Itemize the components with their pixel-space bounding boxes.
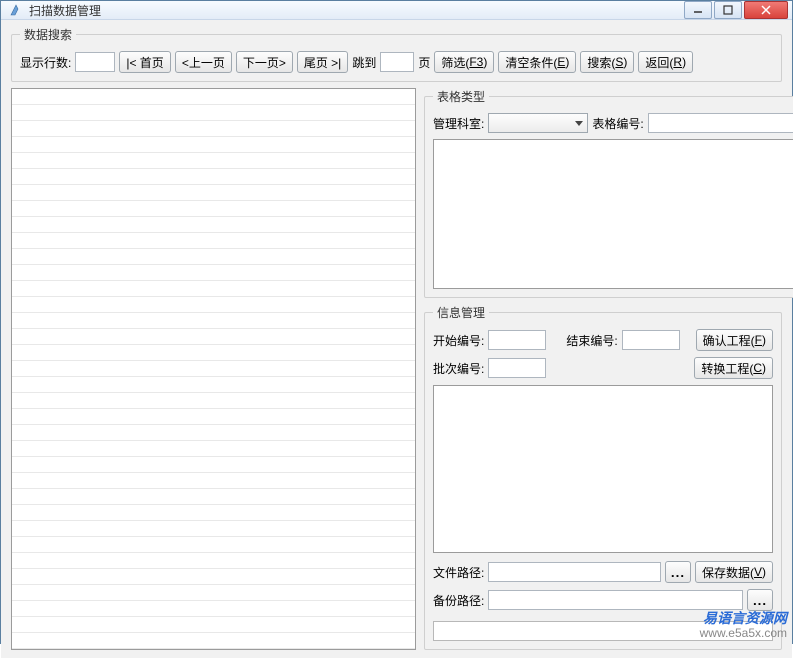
info-mgmt-list[interactable] xyxy=(433,385,773,553)
list-item xyxy=(12,265,415,281)
start-no-label: 开始编号: xyxy=(433,332,484,349)
end-no-input[interactable] xyxy=(622,330,680,350)
list-item xyxy=(12,473,415,489)
first-page-button[interactable]: |< 首页 xyxy=(119,51,170,73)
back-button[interactable]: 返回(R) xyxy=(638,51,693,73)
right-column: 表格类型 管理科室: 表格编号: 信息管理 开始编号: xyxy=(424,88,782,650)
jump-label: 跳到 xyxy=(352,54,376,71)
list-item xyxy=(12,169,415,185)
batch-no-label: 批次编号: xyxy=(433,360,484,377)
dept-combobox[interactable] xyxy=(488,113,588,133)
result-list[interactable] xyxy=(11,88,416,650)
list-item xyxy=(12,121,415,137)
minimize-button[interactable] xyxy=(684,1,712,19)
content-area: 数据搜索 显示行数: |< 首页 <上一页 下一页> 尾页 >| 跳到 页 筛选… xyxy=(1,20,792,658)
list-item xyxy=(12,201,415,217)
last-page-button[interactable]: 尾页 >| xyxy=(297,51,348,73)
next-page-button[interactable]: 下一页> xyxy=(236,51,293,73)
list-item xyxy=(12,329,415,345)
list-item xyxy=(12,137,415,153)
prev-page-button[interactable]: <上一页 xyxy=(175,51,232,73)
page-suffix: 页 xyxy=(418,54,430,71)
table-no-label: 表格编号: xyxy=(592,115,643,132)
list-item xyxy=(12,361,415,377)
list-item xyxy=(12,297,415,313)
data-search-legend: 数据搜索 xyxy=(20,26,76,43)
list-item xyxy=(12,249,415,265)
list-item xyxy=(12,537,415,553)
info-mgmt-group: 信息管理 开始编号: 结束编号: 确认工程(F) 批次编号: xyxy=(424,304,782,650)
table-type-list[interactable] xyxy=(433,139,793,289)
dept-label: 管理科室: xyxy=(433,115,484,132)
end-no-label: 结束编号: xyxy=(566,332,617,349)
table-no-input[interactable] xyxy=(648,113,793,133)
list-item xyxy=(12,601,415,617)
maximize-button[interactable] xyxy=(714,1,742,19)
search-button[interactable]: 搜索(S) xyxy=(580,51,634,73)
info-mgmt-legend: 信息管理 xyxy=(433,304,489,321)
rows-input[interactable] xyxy=(75,52,115,72)
list-item xyxy=(12,505,415,521)
clear-conditions-button[interactable]: 清空条件(E) xyxy=(498,51,576,73)
rows-label: 显示行数: xyxy=(20,54,71,71)
main-window: 扫描数据管理 数据搜索 显示行数: |< 首页 <上一页 下一页> 尾页 >| … xyxy=(0,0,793,644)
backup-path-browse-button[interactable]: ... xyxy=(747,589,773,611)
list-item xyxy=(12,313,415,329)
start-no-input[interactable] xyxy=(488,330,546,350)
titlebar: 扫描数据管理 xyxy=(1,1,792,20)
list-item xyxy=(12,281,415,297)
jump-input[interactable] xyxy=(380,52,414,72)
list-item xyxy=(12,521,415,537)
list-item xyxy=(12,217,415,233)
list-item xyxy=(12,377,415,393)
table-type-group: 表格类型 管理科室: 表格编号: xyxy=(424,88,793,298)
search-toolbar: 显示行数: |< 首页 <上一页 下一页> 尾页 >| 跳到 页 筛选(F3) … xyxy=(20,51,773,73)
data-search-group: 数据搜索 显示行数: |< 首页 <上一页 下一页> 尾页 >| 跳到 页 筛选… xyxy=(11,26,782,82)
list-item xyxy=(12,553,415,569)
list-item xyxy=(12,153,415,169)
list-item xyxy=(12,409,415,425)
filter-button[interactable]: 筛选(F3) xyxy=(434,51,494,73)
list-item xyxy=(12,89,415,105)
batch-no-input[interactable] xyxy=(488,358,546,378)
backup-path-input[interactable] xyxy=(488,590,743,610)
list-item xyxy=(12,393,415,409)
list-item xyxy=(12,569,415,585)
convert-project-button[interactable]: 转换工程(C) xyxy=(694,357,773,379)
backup-path-label: 备份路径: xyxy=(433,592,484,609)
list-item xyxy=(12,425,415,441)
table-type-legend: 表格类型 xyxy=(433,88,489,105)
window-controls xyxy=(684,1,788,19)
list-item xyxy=(12,105,415,121)
list-item xyxy=(12,345,415,361)
list-item xyxy=(12,617,415,633)
confirm-project-button[interactable]: 确认工程(F) xyxy=(696,329,773,351)
chevron-down-icon xyxy=(575,121,583,126)
main-row: 表格类型 管理科室: 表格编号: 信息管理 开始编号: xyxy=(11,88,782,650)
status-bar xyxy=(433,621,773,641)
file-path-browse-button[interactable]: ... xyxy=(665,561,691,583)
app-icon xyxy=(9,3,23,17)
list-item xyxy=(12,441,415,457)
list-item xyxy=(12,457,415,473)
list-item xyxy=(12,489,415,505)
list-item xyxy=(12,233,415,249)
close-button[interactable] xyxy=(744,1,788,19)
file-path-label: 文件路径: xyxy=(433,564,484,581)
window-title: 扫描数据管理 xyxy=(29,2,684,19)
list-item xyxy=(12,185,415,201)
list-item xyxy=(12,585,415,601)
save-data-button[interactable]: 保存数据(V) xyxy=(695,561,773,583)
file-path-input[interactable] xyxy=(488,562,661,582)
list-item xyxy=(12,633,415,649)
